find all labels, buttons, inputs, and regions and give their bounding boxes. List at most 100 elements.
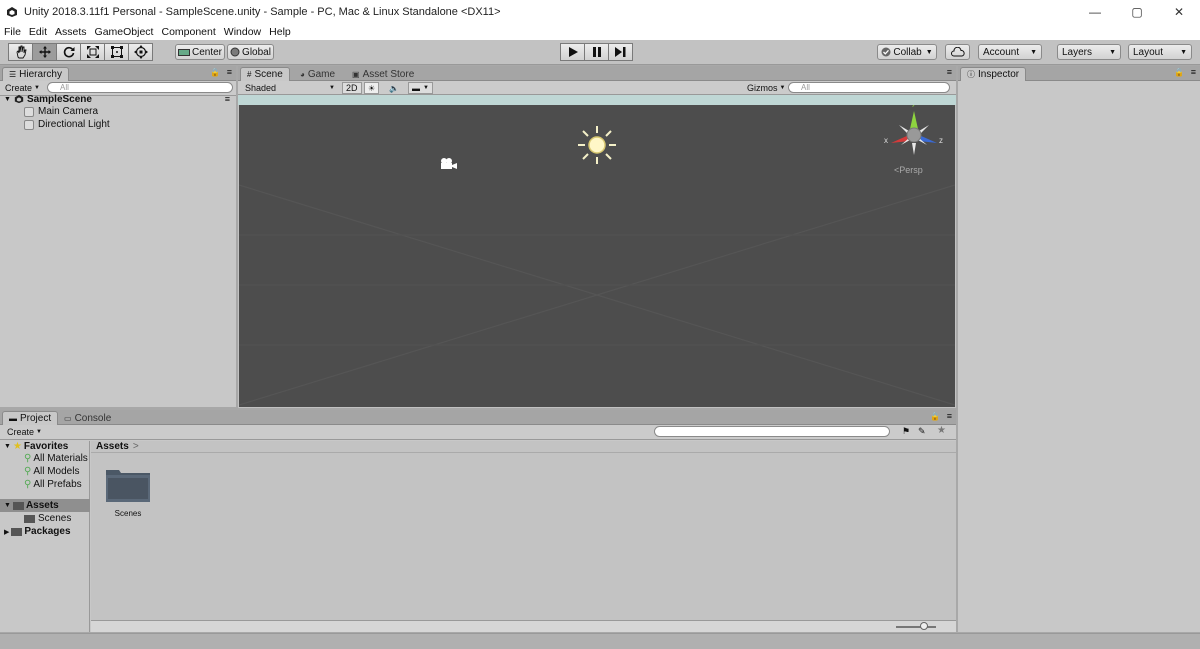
layout-label: Layout: [1133, 46, 1164, 58]
favorite-all-materials[interactable]: ⚲ All Materials: [24, 453, 88, 464]
gizmos-dropdown[interactable]: Gizmos ▼: [744, 82, 788, 94]
panel-menu-icon[interactable]: ≡: [227, 67, 232, 77]
unity-scene-icon: [14, 94, 24, 104]
lock-icon[interactable]: 🔒: [1174, 68, 1184, 77]
favorite-all-models[interactable]: ⚲ All Models: [24, 466, 79, 477]
step-button[interactable]: [608, 43, 633, 61]
scene-gizmo[interactable]: y x z <Persp: [879, 105, 949, 185]
packages-item[interactable]: ▶ Packages: [4, 526, 71, 537]
favorite-star-icon[interactable]: ★: [937, 425, 946, 436]
layers-dropdown[interactable]: Layers ▼: [1057, 44, 1121, 60]
cloud-button[interactable]: [945, 44, 970, 60]
scene-root-item[interactable]: ▼ SampleScene ≡: [4, 93, 234, 105]
lock-icon[interactable]: 🔒: [930, 412, 940, 421]
favorite-all-prefabs[interactable]: ⚲ All Prefabs: [24, 479, 82, 490]
chevron-down-icon: ▼: [423, 85, 429, 91]
scale-tool-button[interactable]: [80, 43, 105, 61]
hierarchy-item-directional-light[interactable]: Directional Light: [24, 119, 110, 130]
tab-asset-store[interactable]: ▣ Asset Store: [346, 67, 420, 81]
menu-help[interactable]: Help: [269, 26, 291, 38]
pivot-center-button[interactable]: Center: [175, 44, 225, 60]
list-icon: ☰: [9, 70, 17, 79]
asset-label: Scenes: [114, 509, 142, 518]
minimize-button[interactable]: —: [1074, 0, 1116, 24]
tab-hierarchy[interactable]: ☰ Hierarchy: [2, 67, 69, 81]
menu-component[interactable]: Component: [161, 26, 215, 38]
folder-item-scenes[interactable]: Scenes: [24, 513, 71, 524]
tab-asset-store-label: Asset Store: [362, 68, 415, 80]
gizmo-x-label: x: [884, 136, 888, 145]
effects-dropdown[interactable]: ▬ ▼: [408, 82, 433, 94]
2d-toggle[interactable]: 2D: [342, 82, 362, 94]
item-label: Directional Light: [38, 119, 110, 130]
packages-label: Packages: [24, 526, 71, 537]
search-icon: ⚲: [24, 479, 32, 490]
persp-label[interactable]: <Persp: [894, 165, 923, 175]
lighting-toggle[interactable]: ☀: [364, 82, 380, 94]
scale-icon: [86, 46, 99, 58]
play-button[interactable]: [560, 43, 585, 61]
hierarchy-item-main-camera[interactable]: Main Camera: [24, 106, 98, 117]
filter-label-icon[interactable]: ✎: [918, 426, 926, 437]
move-tool-button[interactable]: [32, 43, 57, 61]
assets-root-item[interactable]: ▼ Assets: [0, 499, 90, 512]
space-global-button[interactable]: Global: [227, 44, 274, 60]
scene-tab-row: # Scene ◕ Game ▣ Asset Store ≡: [238, 66, 956, 81]
tab-game[interactable]: ◕ Game: [294, 67, 341, 81]
asset-folder-scenes[interactable]: Scenes: [103, 467, 153, 518]
scene-viewport[interactable]: y x z <Persp: [239, 105, 955, 407]
layout-dropdown[interactable]: Layout ▼: [1128, 44, 1192, 60]
project-assets-view: Assets > Scenes: [91, 441, 956, 632]
chevron-right-icon: >: [132, 441, 139, 452]
menu-edit[interactable]: Edit: [29, 26, 47, 38]
menu-assets[interactable]: Assets: [55, 26, 87, 38]
rect-tool-button[interactable]: [104, 43, 129, 61]
zoom-slider-track[interactable]: [896, 626, 936, 628]
filter-type-icon[interactable]: ⚑: [902, 426, 910, 437]
project-search-input[interactable]: [654, 426, 890, 437]
pivot-icon: [177, 48, 190, 56]
menu-window[interactable]: Window: [224, 26, 261, 38]
rotate-tool-button[interactable]: [56, 43, 81, 61]
pause-button[interactable]: [584, 43, 609, 61]
tab-inspector[interactable]: ⓘ Inspector: [960, 67, 1027, 81]
audio-toggle[interactable]: 🔈: [386, 82, 402, 94]
tab-project[interactable]: ▬ Project: [2, 411, 59, 425]
chevron-down-icon: ▼: [34, 85, 40, 91]
hierarchy-search-input[interactable]: All: [47, 82, 233, 93]
account-dropdown[interactable]: Account ▼: [978, 44, 1042, 60]
zoom-slider-thumb[interactable]: [920, 622, 928, 630]
project-folder-tree: ▼ ★ Favorites ⚲ All Materials ⚲ All Mode…: [0, 441, 90, 632]
chevron-down-icon: ▼: [925, 48, 933, 56]
title-bar: Unity 2018.3.11f1 Personal - SampleScene…: [0, 0, 1200, 24]
expand-arrow-icon: ▼: [4, 443, 11, 450]
pivot-label: Center: [191, 46, 222, 58]
panel-menu-icon[interactable]: ≡: [947, 411, 952, 421]
item-label: Main Camera: [38, 106, 99, 117]
close-button[interactable]: ✕: [1158, 0, 1200, 24]
transform-tool-button[interactable]: [128, 43, 153, 61]
step-icon: [615, 47, 626, 57]
hand-tool-button[interactable]: [8, 43, 33, 61]
main-toolbar: Center Global Collab ▼ Account ▼ Layers …: [0, 40, 1200, 65]
panel-menu-icon[interactable]: ≡: [1191, 67, 1196, 77]
menu-file[interactable]: File: [4, 26, 21, 38]
scene-menu-icon[interactable]: ≡: [225, 94, 230, 104]
panel-menu-icon[interactable]: ≡: [947, 67, 952, 77]
light-sun-icon[interactable]: [577, 125, 617, 165]
tab-console[interactable]: ▭ Console: [58, 411, 117, 425]
maximize-button[interactable]: ▢: [1116, 0, 1158, 24]
favorites-item[interactable]: ▼ ★ Favorites: [4, 441, 68, 452]
chevron-down-icon: ▼: [1030, 48, 1037, 56]
transform-icon: [133, 45, 148, 59]
tab-scene[interactable]: # Scene: [240, 67, 290, 81]
project-create-dropdown[interactable]: Create ▼: [4, 426, 45, 438]
collab-dropdown[interactable]: Collab ▼: [877, 44, 937, 60]
lock-icon[interactable]: 🔒: [210, 68, 220, 77]
camera-icon[interactable]: [438, 157, 458, 171]
breadcrumb-assets[interactable]: Assets: [96, 441, 129, 452]
shading-mode-dropdown[interactable]: Shaded ▼: [242, 82, 338, 94]
scene-search-input[interactable]: All: [788, 82, 950, 93]
menu-gameobject[interactable]: GameObject: [95, 26, 154, 38]
favorites-label: Favorites: [23, 441, 69, 452]
